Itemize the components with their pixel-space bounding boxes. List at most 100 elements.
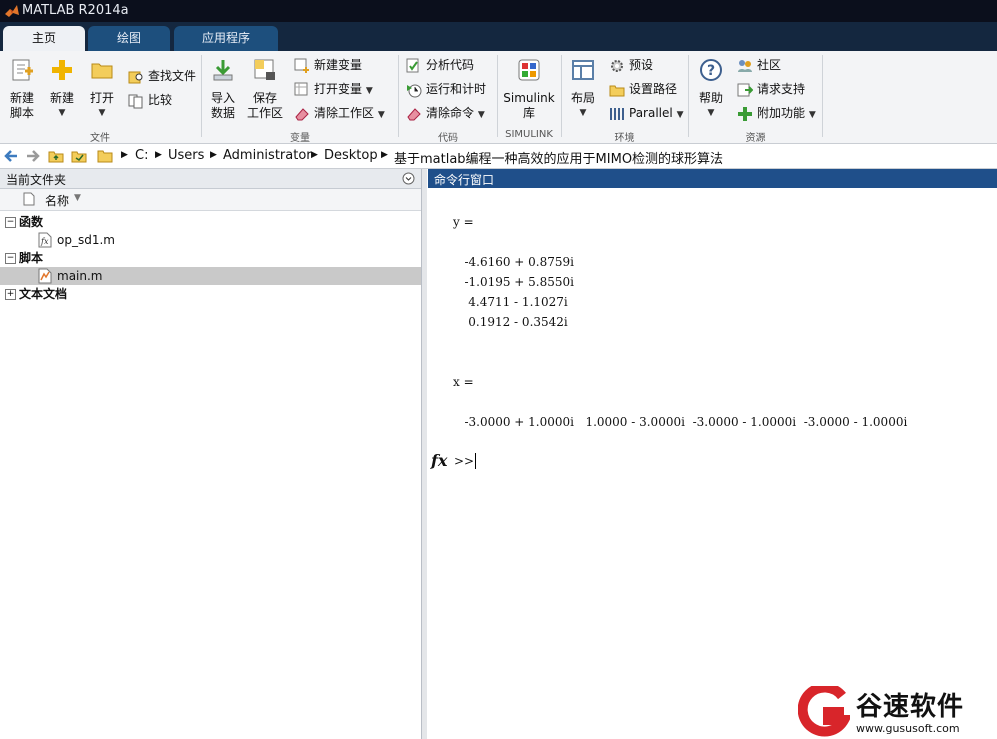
- command-output[interactable]: y = -4.6160 + 0.8759i -1.0195 + 5.8550i …: [428, 189, 997, 739]
- output-line: x =: [453, 375, 474, 389]
- current-folder-title: 当前文件夹: [6, 173, 67, 187]
- resources-group-label: 资源: [745, 133, 766, 144]
- crumb-administrator[interactable]: Administrator: [223, 148, 312, 163]
- new-button[interactable]: 新建 ▼: [44, 57, 80, 121]
- collapse-icon[interactable]: −: [5, 217, 16, 228]
- current-folder-header: 当前文件夹: [0, 169, 421, 189]
- open-label: 打开: [89, 91, 114, 105]
- clear-workspace-label: 清除工作区: [314, 106, 375, 120]
- gear-icon: [611, 59, 623, 72]
- set-path-label: 设置路径: [629, 82, 678, 96]
- tab-plots[interactable]: 绘图: [88, 26, 170, 51]
- open-button[interactable]: 打开 ▼: [84, 57, 120, 121]
- eraser-icon: [295, 107, 309, 120]
- ribbon-tab-bar: 主页 绘图 应用程序: [0, 22, 997, 51]
- compare-button[interactable]: 比较: [128, 91, 172, 109]
- name-column-header[interactable]: 名称 ▼: [0, 189, 421, 211]
- clear-commands-button[interactable]: 清除命令 ▼: [406, 104, 485, 124]
- crumb-desktop[interactable]: Desktop: [324, 148, 378, 163]
- ribbon-divider: [688, 55, 689, 137]
- ribbon-divider: [822, 55, 823, 137]
- help-label: 帮助: [698, 91, 723, 105]
- forward-arrow-icon[interactable]: [25, 148, 41, 164]
- variable-group-label: 变量: [290, 133, 310, 144]
- group-label: 函数: [19, 215, 44, 229]
- preferences-label: 预设: [629, 58, 654, 72]
- collapse-icon[interactable]: −: [5, 253, 16, 264]
- address-bar: ▶ C: ▶ Users ▶ Administrator ▶ Desktop ▶…: [0, 144, 997, 169]
- analyze-code-button[interactable]: 分析代码: [406, 56, 474, 74]
- tab-apps[interactable]: 应用程序: [174, 26, 278, 51]
- clear-commands-caret[interactable]: ▼: [478, 110, 485, 120]
- panel-menu-icon[interactable]: [402, 172, 415, 185]
- environment-group-label: 环境: [614, 133, 635, 144]
- preferences-button[interactable]: 预设: [609, 56, 653, 74]
- tree-group-functions[interactable]: − 函数: [0, 213, 421, 231]
- crumb-current-folder[interactable]: 基于matlab编程一种高效的应用于MIMO检测的球形算法: [394, 148, 723, 167]
- add-ons-icon: [738, 106, 752, 121]
- import-data-button[interactable]: 导入 数据: [205, 57, 241, 121]
- code-group-label: 代码: [438, 133, 458, 144]
- open-variable-icon: [294, 82, 308, 95]
- name-column-label: 名称: [45, 194, 70, 208]
- parallel-label: Parallel: [629, 106, 673, 120]
- open-dropdown-caret: ▼: [98, 108, 106, 118]
- parallel-caret[interactable]: ▼: [677, 110, 684, 120]
- simulink-library-button[interactable]: Simulink 库: [503, 57, 555, 121]
- request-support-button[interactable]: 请求支持: [737, 80, 805, 98]
- find-files-button[interactable]: 查找文件: [128, 67, 196, 85]
- tree-group-text-documents[interactable]: + 文本文档: [0, 285, 421, 303]
- watermark-text: 谷速软件: [856, 692, 965, 722]
- set-path-icon: [609, 85, 625, 96]
- list-item[interactable]: main.m: [0, 267, 421, 285]
- output-line: -1.0195 + 5.8550i: [453, 275, 574, 289]
- parallel-button[interactable]: Parallel ▼: [609, 104, 683, 124]
- matlab-logo-icon: [5, 5, 19, 17]
- tree-group-scripts[interactable]: − 脚本: [0, 249, 421, 267]
- file-group-label: 文件: [90, 133, 110, 144]
- function-browser-icon[interactable]: fx: [431, 451, 447, 470]
- crumb-drive[interactable]: C:: [135, 148, 148, 163]
- simulink-library-icon: [518, 59, 540, 81]
- open-variable-label: 打开变量: [314, 82, 363, 96]
- list-item[interactable]: fx op_sd1.m: [0, 231, 421, 249]
- group-label: 脚本: [19, 251, 44, 265]
- compare-label: 比较: [148, 93, 173, 107]
- gusu-logo-icon: [798, 686, 850, 737]
- community-icon: [738, 59, 752, 72]
- svg-text:?: ?: [707, 63, 715, 79]
- help-icon: ?: [700, 59, 722, 81]
- panel-splitter[interactable]: [422, 169, 427, 739]
- new-variable-button[interactable]: 新建变量: [294, 56, 362, 74]
- add-ons-button[interactable]: 附加功能 ▼: [737, 104, 816, 124]
- request-support-label: 请求支持: [757, 82, 806, 96]
- open-variable-button[interactable]: 打开变量 ▼: [294, 80, 373, 100]
- open-variable-caret[interactable]: ▼: [366, 86, 373, 96]
- up-folder-icon[interactable]: [48, 148, 64, 164]
- sort-caret-icon: ▼: [74, 193, 81, 203]
- layout-caret: ▼: [579, 108, 587, 118]
- set-path-button[interactable]: 设置路径: [609, 80, 677, 98]
- output-line: -3.0000 + 1.0000i 1.0000 - 3.0000i -3.00…: [453, 415, 908, 429]
- clear-workspace-caret[interactable]: ▼: [378, 110, 385, 120]
- back-arrow-icon[interactable]: [3, 148, 19, 164]
- analyze-code-icon: [406, 58, 419, 72]
- expand-icon[interactable]: +: [5, 289, 16, 300]
- add-ons-caret[interactable]: ▼: [809, 110, 816, 120]
- command-window: 命令行窗口 y = -4.6160 + 0.8759i -1.0195 + 5.…: [428, 169, 997, 739]
- run-and-time-button[interactable]: 运行和计时: [406, 80, 486, 98]
- community-button[interactable]: 社区: [737, 56, 781, 74]
- title-bar: MATLAB R2014a: [0, 0, 997, 22]
- tab-home[interactable]: 主页: [3, 26, 85, 51]
- crumb-users[interactable]: Users: [168, 148, 204, 163]
- new-script-button[interactable]: 新建 脚本: [4, 57, 40, 121]
- layout-button[interactable]: 布局 ▼: [566, 57, 600, 121]
- help-button[interactable]: ? 帮助 ▼: [694, 57, 728, 121]
- save-workspace-button[interactable]: 保存 工作区: [245, 57, 285, 121]
- output-line: y =: [453, 215, 474, 229]
- browse-folder-icon[interactable]: [71, 148, 87, 164]
- simulink-group-label: SIMULINK: [505, 129, 553, 140]
- clear-workspace-button[interactable]: 清除工作区 ▼: [294, 104, 385, 124]
- text-cursor[interactable]: [475, 453, 476, 469]
- crumb-separator-icon: ▶: [121, 150, 128, 160]
